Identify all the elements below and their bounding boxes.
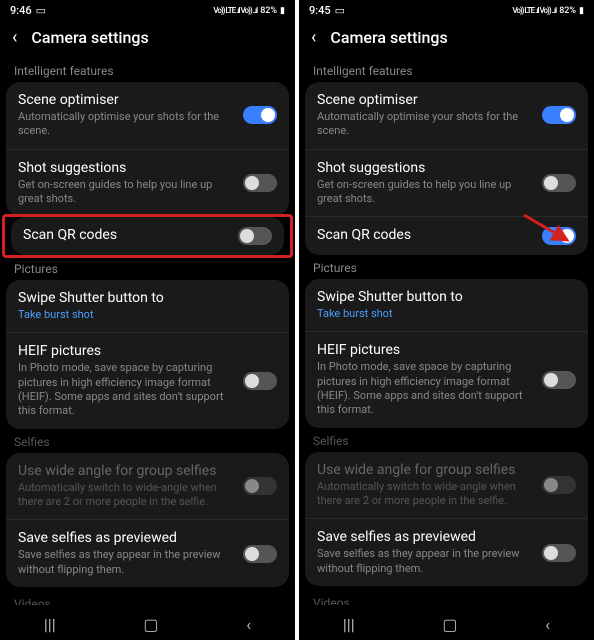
section-selfies-label: Selfies — [0, 429, 295, 453]
heif-subtitle: In Photo mode, save space by capturing p… — [18, 361, 233, 418]
swipe-shutter-subtitle: Take burst shot — [18, 308, 277, 322]
scan-qr-toggle[interactable] — [542, 227, 576, 245]
phone-right: 9:45 ▭ Vo)) LTE .ıl Vo)) ..ıl 82% ▮ ‹ Ca… — [299, 0, 594, 640]
heif-title: HEIF pictures — [317, 342, 532, 358]
scene-optimiser-item[interactable]: Scene optimiser Automatically optimise y… — [305, 82, 588, 149]
save-preview-subtitle: Save selfies as they appear in the previ… — [317, 547, 532, 576]
section-pictures-card: Swipe Shutter button to Take burst shot … — [6, 280, 289, 428]
heif-title: HEIF pictures — [18, 343, 233, 359]
nav-back-icon[interactable]: ‹ — [545, 615, 550, 634]
section-intelligent-label: Intelligent features — [299, 58, 594, 82]
battery-percent: 82% — [260, 6, 277, 16]
section-pictures-label: Pictures — [299, 255, 594, 279]
wide-angle-item: Use wide angle for group selfies Automat… — [305, 452, 588, 519]
nav-recents-icon[interactable]: ||| — [343, 615, 355, 634]
wide-angle-title: Use wide angle for group selfies — [317, 462, 532, 478]
nav-bar: ||| ▢ ‹ — [0, 605, 295, 640]
scene-optimiser-toggle[interactable] — [243, 106, 277, 124]
save-preview-toggle[interactable] — [542, 544, 576, 562]
settings-scroll[interactable]: Intelligent features Scene optimiser Aut… — [299, 58, 594, 605]
app-header: ‹ Camera settings — [299, 19, 594, 58]
scene-optimiser-item[interactable]: Scene optimiser Automatically optimise y… — [6, 82, 289, 149]
swipe-shutter-title: Swipe Shutter button to — [317, 289, 576, 305]
nav-home-icon[interactable]: ▢ — [442, 615, 457, 634]
save-preview-subtitle: Save selfies as they appear in the previ… — [18, 548, 233, 577]
save-preview-title: Save selfies as previewed — [317, 529, 532, 545]
section-intelligent-card: Scene optimiser Automatically optimise y… — [305, 82, 588, 255]
save-preview-item[interactable]: Save selfies as previewed Save selfies a… — [6, 519, 289, 587]
nav-recents-icon[interactable]: ||| — [44, 615, 56, 634]
settings-scroll[interactable]: Intelligent features Scene optimiser Aut… — [0, 58, 295, 605]
save-preview-title: Save selfies as previewed — [18, 530, 233, 546]
status-bar: 9:45 ▭ Vo)) LTE .ıl Vo)) ..ıl 82% ▮ — [299, 0, 594, 19]
shot-suggestions-toggle[interactable] — [542, 174, 576, 192]
scene-optimiser-toggle[interactable] — [542, 106, 576, 124]
scan-qr-title: Scan QR codes — [317, 227, 532, 243]
scan-qr-title: Scan QR codes — [23, 227, 228, 243]
section-selfies-card: Use wide angle for group selfies Automat… — [305, 452, 588, 586]
wide-angle-toggle — [243, 477, 277, 495]
heif-item[interactable]: HEIF pictures In Photo mode, save space … — [305, 331, 588, 427]
shot-suggestions-title: Shot suggestions — [317, 160, 532, 176]
shot-suggestions-item[interactable]: Shot suggestions Get on-screen guides to… — [305, 149, 588, 217]
scene-optimiser-subtitle: Automatically optimise your shots for th… — [18, 110, 233, 139]
shot-suggestions-subtitle: Get on-screen guides to help you line up… — [317, 178, 532, 207]
scene-optimiser-title: Scene optimiser — [18, 92, 233, 108]
section-selfies-label: Selfies — [299, 428, 594, 452]
wide-angle-toggle — [542, 476, 576, 494]
section-videos-label: Videos — [0, 591, 295, 605]
back-icon[interactable]: ‹ — [311, 27, 316, 48]
scan-qr-item[interactable]: Scan QR codes — [11, 217, 284, 255]
wide-angle-title: Use wide angle for group selfies — [18, 463, 233, 479]
battery-percent: 82% — [559, 6, 576, 16]
page-title: Camera settings — [31, 28, 148, 47]
nav-home-icon[interactable]: ▢ — [143, 615, 158, 634]
save-preview-item[interactable]: Save selfies as previewed Save selfies a… — [305, 518, 588, 586]
heif-toggle[interactable] — [542, 371, 576, 389]
status-bar: 9:46 ▭ Vo)) LTE .ıl Vo)) ..ıl 82% ▮ — [0, 0, 295, 19]
scan-qr-toggle[interactable] — [238, 227, 272, 245]
back-icon[interactable]: ‹ — [12, 27, 17, 48]
battery-icon: ▮ — [280, 6, 285, 16]
qr-highlight-box: Scan QR codes — [2, 214, 293, 258]
section-selfies-card: Use wide angle for group selfies Automat… — [6, 453, 289, 587]
heif-subtitle: In Photo mode, save space by capturing p… — [317, 360, 532, 417]
wide-angle-item: Use wide angle for group selfies Automat… — [6, 453, 289, 520]
shot-suggestions-toggle[interactable] — [243, 174, 277, 192]
scene-optimiser-subtitle: Automatically optimise your shots for th… — [317, 110, 532, 139]
section-pictures-label: Pictures — [0, 256, 295, 280]
shot-suggestions-title: Shot suggestions — [18, 160, 233, 176]
section-videos-label: Videos — [299, 590, 594, 605]
section-pictures-card: Swipe Shutter button to Take burst shot … — [305, 279, 588, 427]
section-intelligent-label: Intelligent features — [0, 58, 295, 82]
signal-icons: Vo)) LTE .ıl Vo)) ..ıl — [213, 6, 257, 15]
signal-icons: Vo)) LTE .ıl Vo)) ..ıl — [512, 6, 556, 15]
section-intelligent-card: Scene optimiser Automatically optimise y… — [6, 82, 289, 216]
swipe-shutter-item[interactable]: Swipe Shutter button to Take burst shot — [6, 280, 289, 332]
scene-optimiser-title: Scene optimiser — [317, 92, 532, 108]
heif-item[interactable]: HEIF pictures In Photo mode, save space … — [6, 332, 289, 428]
page-title: Camera settings — [330, 28, 447, 47]
notification-icon: ▭ — [36, 4, 46, 17]
wide-angle-subtitle: Automatically switch to wide-angle when … — [18, 481, 233, 510]
battery-icon: ▮ — [579, 6, 584, 16]
swipe-shutter-title: Swipe Shutter button to — [18, 290, 277, 306]
save-preview-toggle[interactable] — [243, 545, 277, 563]
nav-bar: ||| ▢ ‹ — [299, 605, 594, 640]
swipe-shutter-item[interactable]: Swipe Shutter button to Take burst shot — [305, 279, 588, 331]
notification-icon: ▭ — [335, 4, 345, 17]
phone-left: 9:46 ▭ Vo)) LTE .ıl Vo)) ..ıl 82% ▮ ‹ Ca… — [0, 0, 295, 640]
nav-back-icon[interactable]: ‹ — [246, 615, 251, 634]
shot-suggestions-item[interactable]: Shot suggestions Get on-screen guides to… — [6, 149, 289, 217]
status-time: 9:46 — [10, 4, 32, 17]
swipe-shutter-subtitle: Take burst shot — [317, 307, 576, 321]
heif-toggle[interactable] — [243, 372, 277, 390]
scan-qr-item[interactable]: Scan QR codes — [305, 216, 588, 255]
shot-suggestions-subtitle: Get on-screen guides to help you line up… — [18, 178, 233, 207]
wide-angle-subtitle: Automatically switch to wide-angle when … — [317, 480, 532, 509]
app-header: ‹ Camera settings — [0, 19, 295, 58]
status-time: 9:45 — [309, 4, 331, 17]
